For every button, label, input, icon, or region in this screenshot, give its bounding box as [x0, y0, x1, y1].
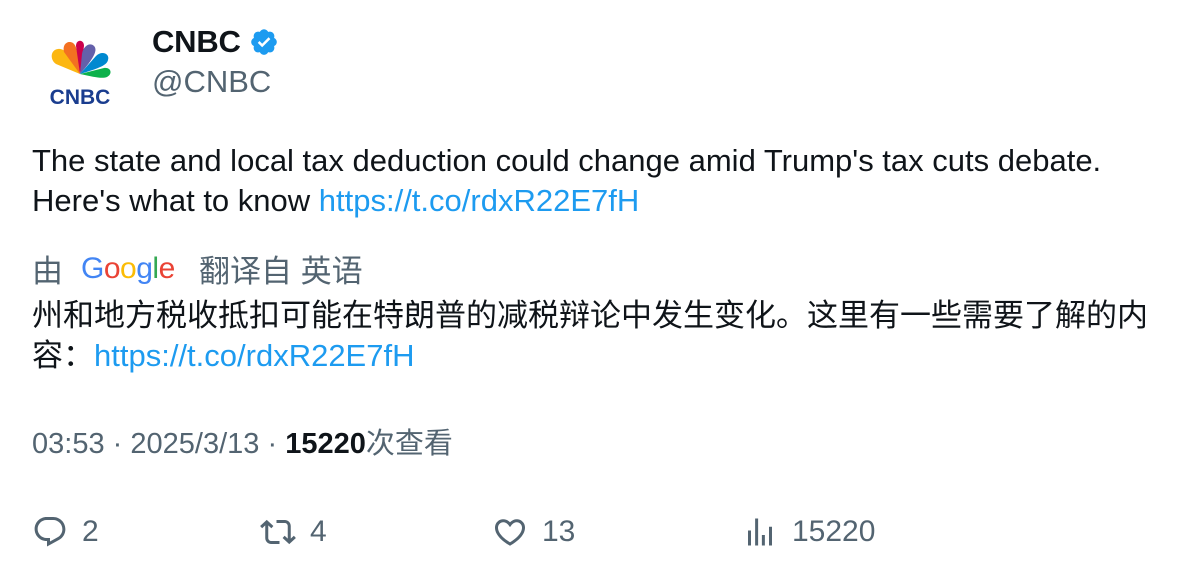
- retweet-button[interactable]: 4: [260, 508, 327, 556]
- heart-icon: [494, 519, 526, 546]
- translation-attribution: 由 Google 翻译自 英语: [32, 246, 363, 290]
- display-name[interactable]: CNBC: [152, 24, 241, 60]
- tweet-time[interactable]: 03:53: [32, 428, 105, 460]
- like-button[interactable]: 13: [492, 508, 575, 556]
- views-count: 15220: [285, 428, 366, 460]
- retweet-icon: [260, 519, 296, 545]
- verified-badge-icon[interactable]: [249, 27, 279, 57]
- handle[interactable]: @CNBC: [152, 62, 279, 102]
- author-block: CNBC @CNBC: [152, 22, 279, 102]
- reply-icon: [34, 517, 66, 547]
- reply-button[interactable]: 2: [32, 508, 99, 556]
- analytics-icon: [748, 518, 772, 546]
- like-count: 13: [542, 515, 576, 548]
- views-button[interactable]: 15220: [742, 508, 875, 556]
- translation-prefix: 由: [32, 253, 63, 289]
- meta-separator: ·: [267, 428, 278, 460]
- translation-suffix[interactable]: 翻译自 英语: [199, 246, 363, 291]
- views-label: 次查看: [365, 428, 453, 460]
- views-action-count: 15220: [792, 515, 876, 548]
- tweet-link[interactable]: https://t.co/rdxR22E7fH: [319, 183, 639, 218]
- action-bar: 2 4 13 15220: [32, 508, 1162, 556]
- cnbc-peacock-logo: CNBC: [50, 40, 111, 109]
- reply-count: 2: [82, 515, 99, 548]
- tweet-date[interactable]: 2025/3/13: [130, 428, 259, 460]
- retweet-count: 4: [310, 515, 327, 548]
- tweet-text: The state and local tax deduction could …: [32, 141, 1172, 221]
- tweet-meta: 03:53 · 2025/3/13 · 15220次查看: [32, 424, 453, 464]
- translated-link[interactable]: https://t.co/rdxR22E7fH: [94, 338, 414, 373]
- svg-text:Google: Google: [81, 252, 175, 285]
- google-logo-icon: Google: [81, 252, 175, 285]
- avatar[interactable]: CNBC: [32, 30, 128, 110]
- logo-text: CNBC: [50, 86, 111, 109]
- translated-text: 州和地方税收抵扣可能在特朗普的减税辩论中发生变化。这里有一些需要了解的内容：ht…: [32, 296, 1182, 376]
- meta-separator: ·: [112, 428, 123, 460]
